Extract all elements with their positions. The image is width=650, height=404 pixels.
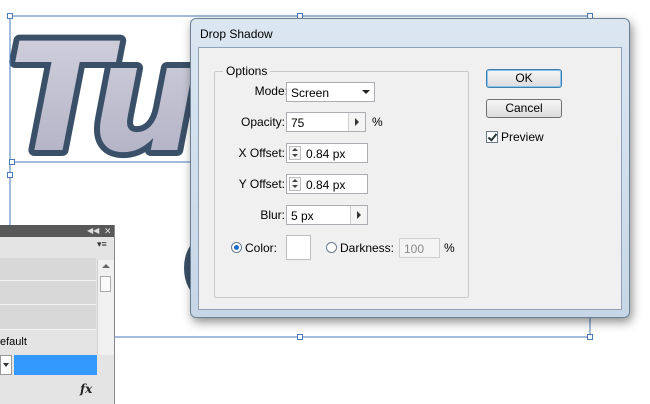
chevron-down-icon[interactable] (358, 83, 374, 101)
y-offset-value: 0.84 px (306, 178, 346, 192)
preview-checkbox[interactable] (486, 131, 498, 143)
shadow-color-swatch[interactable] (286, 235, 311, 260)
close-icon[interactable]: ✕ (104, 225, 112, 237)
ok-button[interactable]: OK (486, 69, 562, 88)
panel-dropdown[interactable] (0, 355, 12, 375)
fx-icon[interactable]: fx (80, 382, 92, 396)
mode-value: Screen (291, 86, 330, 100)
opacity-slider-arrow-icon[interactable] (348, 113, 365, 131)
darkness-radio[interactable] (326, 242, 337, 253)
opacity-field[interactable]: 75 (286, 112, 366, 132)
color-label: Color: (245, 241, 278, 255)
appearance-panel: ◀◀ ✕ ▾≡ efault fx (0, 225, 115, 404)
y-offset-label: Y Offset: (238, 177, 285, 191)
collapse-panel-icon[interactable]: ◀◀ (87, 225, 99, 237)
color-radio[interactable] (231, 242, 242, 253)
mode-label: Mode: (254, 84, 288, 98)
panel-row[interactable] (0, 281, 96, 305)
x-offset-field[interactable]: 0.84 px (286, 143, 368, 163)
darkness-unit: % (444, 241, 455, 255)
dialog-title: Drop Shadow (200, 27, 273, 41)
panel-selected-row[interactable] (14, 355, 97, 375)
opacity-unit: % (372, 115, 383, 129)
drop-shadow-dialog: Drop Shadow Options Mode: Screen Opacity… (190, 18, 630, 318)
x-offset-label: X Offset: (238, 146, 285, 160)
panel-menu-icon[interactable]: ▾≡ (97, 239, 107, 250)
blur-label: Blur: (260, 208, 285, 222)
darkness-value: 100 (404, 242, 425, 256)
darkness-field[interactable]: 100 (399, 238, 440, 258)
panel-row[interactable] (0, 305, 96, 330)
panel-default-text: efault (0, 336, 27, 348)
y-offset-stepper-icon[interactable] (289, 177, 301, 191)
options-legend: Options (223, 64, 271, 78)
x-offset-value: 0.84 px (306, 147, 346, 161)
panel-scrollbar[interactable] (97, 260, 114, 355)
preview-label: Preview (501, 130, 544, 144)
scroll-thumb[interactable] (100, 276, 111, 292)
scroll-up-icon[interactable] (102, 264, 110, 268)
opacity-label: Opacity: (240, 115, 285, 129)
x-offset-stepper-icon[interactable] (289, 146, 301, 160)
panel-row[interactable] (0, 258, 96, 281)
blur-value: 5 px (291, 209, 314, 223)
blur-field[interactable]: 5 px (286, 205, 368, 225)
blur-slider-arrow-icon[interactable] (350, 206, 367, 224)
y-offset-field[interactable]: 0.84 px (286, 174, 368, 194)
opacity-value: 75 (291, 116, 305, 130)
darkness-label: Darkness: (340, 241, 395, 255)
dialog-body: Options Mode: Screen Opacity: 75 % X Off… (198, 47, 622, 310)
mode-select[interactable]: Screen (286, 82, 375, 102)
cancel-button[interactable]: Cancel (486, 99, 562, 118)
panel-titlebar: ◀◀ ✕ (0, 225, 114, 237)
